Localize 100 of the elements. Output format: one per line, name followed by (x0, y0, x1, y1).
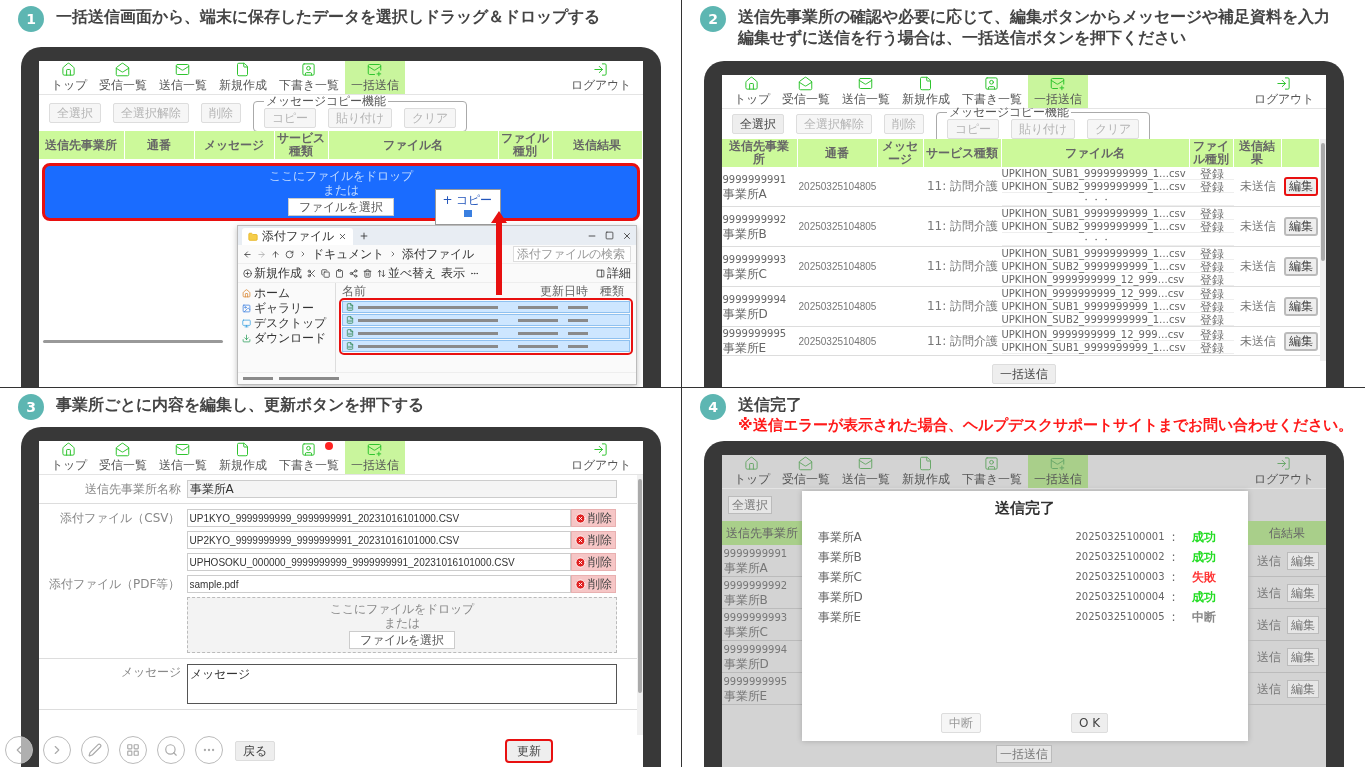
edit-button[interactable]: 編集 (1283, 331, 1318, 351)
explorer-tab[interactable]: 添付ファイル (241, 228, 353, 245)
nav-tab[interactable]: 送信一覧 (152, 61, 213, 94)
up-icon[interactable] (270, 249, 280, 259)
plus-icon[interactable] (358, 230, 369, 241)
forward-icon[interactable] (256, 249, 266, 259)
sort-button[interactable]: 並べ替え (376, 264, 436, 282)
close-icon[interactable] (337, 232, 347, 241)
nav-tab[interactable]: 送信一覧 (835, 455, 896, 488)
nav-tab[interactable]: 送信一覧 (152, 441, 213, 474)
file-name-field[interactable]: UP1KYO_9999999999_9999999991_20231016101000.CSV (186, 509, 571, 527)
nav-tab[interactable]: 下書き一覧 (272, 441, 345, 474)
slideshow-control-button[interactable] (5, 736, 33, 764)
share-icon[interactable] (348, 268, 358, 278)
nav-tab[interactable]: 送信一覧 (835, 75, 896, 108)
edit-button[interactable]: 編集 (1283, 297, 1318, 316)
file-drop-zone[interactable]: ここにファイルをドロップ または ファイルを選択 (186, 597, 617, 653)
file-name-field[interactable]: UPHOSOKU_000000_9999999999_9999999991_20231016101000.CSV (186, 553, 571, 571)
breadcrumb-item[interactable]: ドキュメント (311, 247, 384, 261)
send-result: 未送信 (1238, 300, 1277, 313)
nav-tab[interactable]: 受信一覧 (92, 441, 153, 474)
delete-button[interactable]: 削除 (570, 531, 616, 549)
nav-tab[interactable]: トップ (727, 75, 776, 108)
nav-tab[interactable]: トップ (44, 441, 93, 474)
nav-tab[interactable]: 受信一覧 (775, 455, 836, 488)
view-button[interactable]: 表示 (440, 264, 465, 282)
update-button[interactable]: 更新 (504, 739, 553, 763)
breadcrumb-item[interactable]: 添付ファイル (401, 247, 474, 261)
sidebar-item[interactable]: ダウンロード (241, 331, 331, 345)
paste-icon[interactable] (334, 268, 344, 278)
maximize-icon[interactable] (604, 231, 614, 240)
bulk-send-button[interactable]: 一括送信 (995, 745, 1052, 763)
logout-button[interactable]: ログアウト (1247, 455, 1320, 488)
refresh-icon[interactable] (284, 249, 294, 259)
select-file-button[interactable]: ファイルを選択 (287, 197, 394, 216)
file-name-field[interactable]: UP2KYO_9999999999_9999999991_20231016101000.CSV (186, 531, 571, 549)
edit-button[interactable]: 編集 (1286, 679, 1319, 698)
edit-button[interactable]: 編集 (1283, 257, 1318, 276)
cut-icon[interactable] (306, 268, 316, 278)
edit-button[interactable]: 編集 (1286, 551, 1319, 570)
column-header: 通番 (797, 139, 878, 167)
copy-icon[interactable] (320, 268, 330, 278)
nav-tab[interactable]: 一括送信 (344, 61, 405, 94)
edit-button[interactable]: 編集 (1283, 217, 1318, 236)
select-file-button[interactable]: ファイルを選択 (348, 630, 455, 649)
vertical-scrollbar[interactable] (1319, 139, 1326, 361)
nav-tab[interactable]: 一括送信 (344, 441, 405, 474)
sidebar-item[interactable]: デスクトップ (241, 316, 331, 330)
office-id: 9999999991 (723, 546, 788, 561)
edit-button[interactable]: 編集 (1286, 615, 1319, 634)
new-button[interactable]: 新規作成 (242, 264, 302, 282)
office-name-field[interactable]: 事業所A (186, 480, 617, 498)
nav-tab[interactable]: 下書き一覧 (955, 455, 1028, 488)
file-type: 登録 (1198, 341, 1225, 355)
file-row[interactable] (341, 340, 630, 352)
nav-tab[interactable]: 下書き一覧 (955, 75, 1028, 108)
details-button[interactable]: 詳細 (595, 264, 631, 282)
more-files-ellipsis: ・・・ (1079, 193, 1112, 206)
sidebar-item[interactable]: ギャラリー (241, 301, 331, 315)
nav-tab[interactable]: 受信一覧 (92, 61, 153, 94)
logout-button[interactable]: ログアウト (1247, 75, 1320, 108)
back-icon[interactable] (242, 249, 252, 259)
bulk-send-button[interactable]: 一括送信 (991, 364, 1056, 384)
nav-tab[interactable]: 新規作成 (212, 441, 273, 474)
logout-button[interactable]: ログアウト (564, 441, 637, 474)
file-row[interactable] (341, 327, 630, 339)
nav-tab[interactable]: 一括送信 (1027, 455, 1088, 488)
edit-button[interactable]: 編集 (1283, 177, 1318, 196)
toolbar-button[interactable]: 全選択 (731, 114, 784, 134)
file-name-field[interactable]: sample.pdf (186, 575, 571, 593)
nav-tab[interactable]: 新規作成 (895, 75, 956, 108)
nav-tab[interactable]: 下書き一覧 (272, 61, 345, 94)
select-all-button[interactable]: 全選択 (727, 496, 772, 514)
delete-button[interactable]: 削除 (570, 509, 616, 527)
file-row[interactable] (341, 301, 630, 313)
delete-button[interactable]: 削除 (570, 553, 616, 571)
ok-button[interactable]: O K (1070, 713, 1109, 733)
envelope-icon (858, 456, 873, 471)
close-icon[interactable] (621, 230, 632, 241)
edit-button[interactable]: 編集 (1286, 583, 1319, 602)
nav-tab[interactable]: 新規作成 (212, 61, 273, 94)
back-button[interactable]: 戻る (234, 741, 275, 761)
column-header: 送信結果 (1233, 139, 1282, 167)
send-result: 送信 (1256, 617, 1281, 632)
nav-tab[interactable]: トップ (44, 61, 93, 94)
search-field[interactable]: 添付ファイルの検索 (512, 246, 631, 262)
file-type: 登録 (1198, 273, 1225, 287)
trash-icon[interactable] (362, 268, 372, 278)
nav-tab[interactable]: 新規作成 (895, 455, 956, 488)
horizontal-scrollbar[interactable] (42, 340, 223, 343)
delete-button[interactable]: 削除 (570, 575, 616, 593)
edit-button[interactable]: 編集 (1286, 647, 1319, 666)
logout-button[interactable]: ログアウト (564, 61, 637, 94)
nav-tab[interactable]: 一括送信 (1027, 75, 1088, 108)
message-field[interactable]: メッセージ (186, 664, 617, 704)
nav-tab[interactable]: トップ (727, 455, 776, 488)
file-row[interactable] (341, 314, 630, 326)
sidebar-item[interactable]: ホーム (241, 286, 331, 300)
nav-tab[interactable]: 受信一覧 (775, 75, 836, 108)
vertical-scrollbar[interactable] (636, 475, 643, 735)
